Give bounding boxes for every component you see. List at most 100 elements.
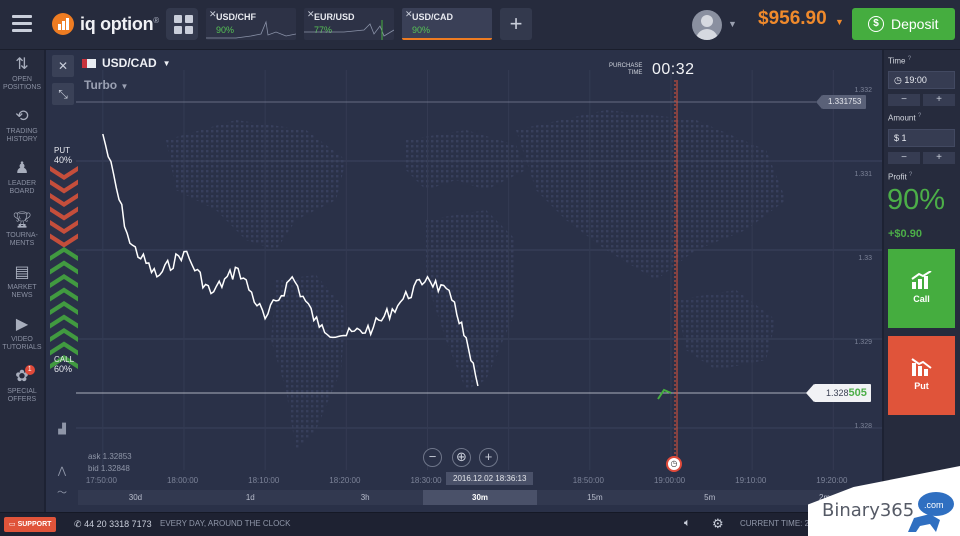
amount-plus-button[interactable]: +	[923, 152, 955, 164]
sidebar-item-label: SPECIAL OFFERS	[7, 388, 37, 403]
add-asset-button[interactable]: +	[500, 8, 532, 40]
asset-tab-usdcad[interactable]: ✕ USD/CAD 90%	[402, 8, 492, 40]
current-price-end: 505	[848, 387, 867, 399]
time-value: 19:00	[904, 75, 927, 85]
trophy-icon: 🏆︎	[11, 212, 33, 229]
asset-tab-eurusd[interactable]: ✕ EUR/USD 77%	[304, 8, 394, 40]
info-icon: ?	[908, 172, 913, 178]
logo: iq option®	[52, 12, 159, 36]
bid-price: bid 1.32848	[88, 464, 130, 473]
sidebar-item-trading-history[interactable]: ⟲ TRADING HISTORY	[0, 108, 44, 144]
put-sentiment: PUT 40%	[54, 146, 72, 165]
y-tick-label: 1.33	[858, 255, 872, 262]
y-tick-label: 1.329	[854, 339, 872, 346]
ask-price: ask 1.32853	[88, 452, 132, 461]
deposit-button[interactable]: $ Deposit	[852, 8, 955, 40]
time-minus-button[interactable]: −	[888, 94, 920, 106]
top-bar: iq option® ✕ USD/CHF 90% ✕ EUR/USD 77% ✕…	[0, 0, 960, 50]
mode-label: Turbo	[84, 78, 118, 92]
timeframe-1d[interactable]: 1d	[193, 490, 308, 505]
x-tick-label: 19:00:00	[653, 476, 686, 485]
timeframe-30m[interactable]: 30m	[422, 490, 538, 505]
support-hours: EVERY DAY, AROUND THE CLOCK	[160, 519, 291, 528]
play-icon: ▶	[15, 316, 29, 333]
support-label: SUPPORT	[17, 521, 52, 528]
info-icon: ?	[917, 113, 922, 119]
flag-icon	[82, 58, 96, 68]
dollar-icon: $	[868, 16, 884, 32]
asset-grid-button[interactable]	[166, 8, 198, 40]
pair-name: USD/CAD	[102, 56, 157, 70]
put-pct: 40%	[54, 155, 73, 165]
sidebar-item-label: TOURNA-MENTS	[6, 232, 38, 247]
x-tick-label: 19:20:00	[816, 476, 848, 485]
avatar[interactable]	[692, 10, 722, 40]
chart-type-icon[interactable]: ▟	[52, 420, 72, 440]
bull-logo-icon: .com	[908, 492, 954, 532]
x-tick-label: 19:10:00	[735, 476, 767, 485]
high-price-tag: 1.331753	[815, 95, 867, 109]
sidebar-item-label: TRADING HISTORY	[6, 128, 38, 143]
call-pct: 60%	[54, 364, 73, 374]
gear-icon[interactable]: ⚙	[712, 516, 724, 532]
call-button[interactable]: Call	[888, 249, 955, 328]
x-tick-label: 18:00:00	[166, 476, 199, 485]
close-chart-button[interactable]: ✕	[52, 55, 74, 77]
sidebar-item-market-news[interactable]: ▤ MARKET NEWS	[0, 264, 44, 300]
sidebar-item-special-offers[interactable]: ✿ 1 SPECIAL OFFERS	[0, 365, 44, 404]
amount-minus-button[interactable]: −	[888, 152, 920, 164]
support-button[interactable]: ▭ SUPPORT	[4, 517, 57, 532]
time-plus-button[interactable]: +	[923, 94, 955, 106]
zoom-out-button[interactable]: −	[423, 448, 442, 467]
sidebar-item-label: OPEN POSITIONS	[2, 76, 42, 91]
notification-badge: 1	[24, 365, 35, 375]
x-tick-label: 17:50:00	[85, 476, 117, 485]
sidebar-item-leader-board[interactable]: ♟ LEADER BOARD	[0, 160, 44, 196]
offers-icon: ✿ 1	[15, 365, 35, 386]
x-tick-label: 18:20:00	[329, 476, 361, 485]
y-tick-label: 1.331	[854, 171, 872, 178]
zoom-in-button[interactable]: +	[479, 448, 498, 467]
timeframe-5m[interactable]: 5m	[652, 490, 767, 505]
leaderboard-icon: ♟	[14, 160, 30, 177]
line-chart-icon[interactable]: 〜	[52, 484, 72, 504]
center-icon[interactable]: ⊕	[452, 448, 471, 467]
sidebar-item-tournaments[interactable]: 🏆︎ TOURNA-MENTS	[0, 212, 44, 248]
put-label: PUT	[54, 146, 70, 155]
time-field[interactable]: ◷ 19:00	[888, 71, 955, 89]
asset-tab-usdchf[interactable]: ✕ USD/CHF 90%	[206, 8, 296, 40]
asset-tab-payout: 90%	[412, 25, 431, 35]
collapse-icon[interactable]: ⤡	[52, 83, 74, 105]
stopwatch-icon[interactable]: ◷	[666, 456, 682, 472]
put-button[interactable]: Put	[888, 336, 955, 415]
sidebar: ⇅ OPEN POSITIONS ⟲ TRADING HISTORY ♟ LEA…	[0, 50, 44, 512]
menu-icon[interactable]	[12, 15, 32, 33]
timeframe-3h[interactable]: 3h	[308, 490, 423, 505]
sidebar-item-open-positions[interactable]: ⇅ OPEN POSITIONS	[0, 56, 44, 92]
chart-down-icon	[910, 358, 932, 376]
speaker-icon[interactable]: 🔈︎	[684, 517, 691, 530]
indicator-icon[interactable]: ⋀	[52, 462, 72, 482]
time-label: Time ?	[888, 56, 912, 66]
put-label: Put	[914, 381, 929, 391]
chart-area[interactable]: ✕ ⤡ USD/CAD ▼ Turbo ▼ PURCHASE TIME 00:32…	[46, 50, 882, 512]
history-icon: ⟲	[15, 108, 29, 125]
pair-selector[interactable]: USD/CAD ▼	[82, 56, 171, 70]
chevron-down-icon[interactable]: ▼	[835, 17, 844, 27]
chart-up-icon	[910, 271, 932, 289]
sort-arrows-icon: ⇅	[15, 56, 29, 73]
call-label: CALL	[54, 355, 75, 364]
amount-field[interactable]: $ 1	[888, 129, 955, 147]
mode-selector[interactable]: Turbo ▼	[84, 78, 128, 92]
call-label: Call	[913, 294, 930, 304]
purchase-time-countdown: 00:32	[652, 61, 695, 78]
price-chart[interactable]	[46, 50, 882, 512]
balance[interactable]: $956.90	[758, 8, 827, 30]
info-icon: ?	[907, 56, 912, 62]
chevron-down-icon[interactable]: ▼	[728, 19, 737, 29]
x-tick-label: 18:30:00	[410, 476, 442, 485]
timeframe-30d[interactable]: 30d	[78, 490, 193, 505]
sidebar-item-video-tutorials[interactable]: ▶ VIDEO TUTORIALS	[0, 316, 44, 352]
timeframe-15m[interactable]: 15m	[537, 490, 652, 505]
chevron-down-icon: ▼	[162, 58, 171, 68]
